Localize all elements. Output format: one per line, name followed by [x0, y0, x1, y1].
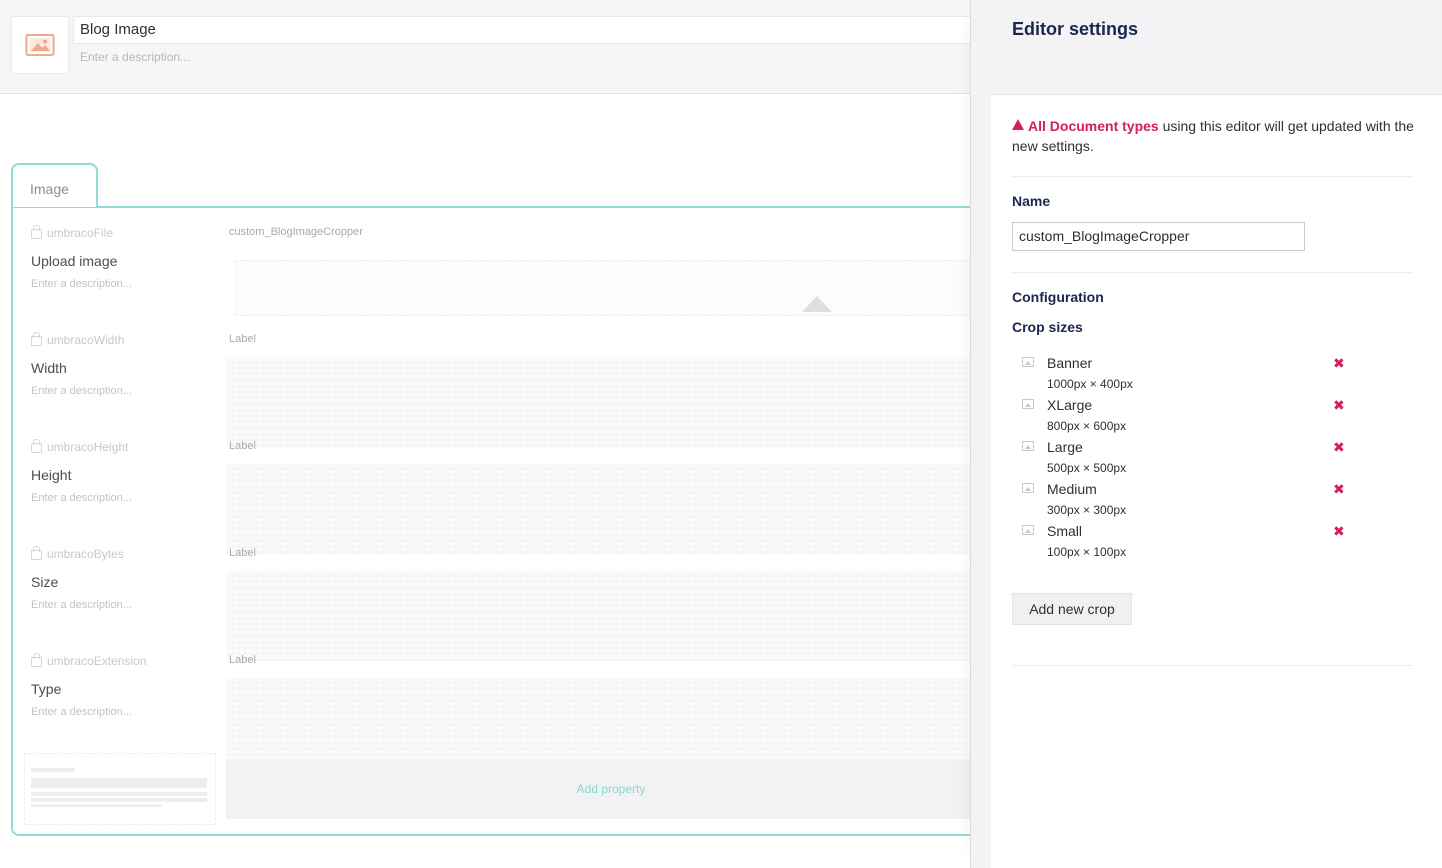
warning-icon [1012, 119, 1024, 130]
delete-crop-icon[interactable]: ✖ [1333, 355, 1345, 372]
property-label: Type [31, 681, 62, 697]
crop-list: Banner 1000px × 400px ✖ XLarge 800px × 6… [1022, 354, 1352, 564]
delete-crop-icon[interactable]: ✖ [1333, 523, 1345, 540]
warning-highlight: All Document types [1028, 118, 1159, 134]
crop-dimensions: 800px × 600px [1047, 419, 1127, 433]
property-editor-preview [227, 571, 987, 661]
property-description: Enter a description... [31, 278, 132, 290]
property-alias: umbracoWidth [31, 332, 124, 347]
upload-dropzone [235, 260, 997, 316]
panel-header [991, 0, 1442, 95]
name-label: Name [1012, 193, 1051, 209]
crop-dimensions: 1000px × 400px [1047, 377, 1133, 391]
property-label: Upload image [31, 253, 118, 269]
upload-arrow-icon [802, 296, 832, 312]
configuration-label: Configuration [1012, 289, 1104, 305]
image-icon [1022, 357, 1034, 367]
add-new-crop-button[interactable]: Add new crop [1012, 593, 1132, 625]
property-alias: umbracoBytes [31, 546, 124, 561]
property-alias: umbracoExtension [31, 653, 146, 668]
image-icon [1022, 525, 1034, 535]
image-icon [1022, 483, 1034, 493]
property-alias: umbracoHeight [31, 439, 128, 454]
add-property-button[interactable]: Add property [226, 759, 996, 819]
delete-crop-icon[interactable]: ✖ [1333, 397, 1345, 414]
crop-item[interactable]: Medium 300px × 300px ✖ [1022, 480, 1352, 522]
divider [1012, 272, 1413, 273]
crop-item[interactable]: Small 100px × 100px ✖ [1022, 522, 1352, 564]
doc-type-icon-button[interactable] [11, 16, 69, 74]
delete-crop-icon[interactable]: ✖ [1333, 481, 1345, 498]
delete-crop-icon[interactable]: ✖ [1333, 439, 1345, 456]
image-icon [1022, 399, 1034, 409]
picture-icon [25, 34, 55, 56]
property-description: Enter a description... [31, 492, 132, 504]
lock-icon [31, 225, 42, 239]
tab-image[interactable]: Image [11, 163, 98, 207]
add-property-placeholder [24, 753, 216, 825]
property-editor-preview [227, 678, 987, 768]
lock-icon [31, 546, 42, 560]
divider [1012, 176, 1413, 177]
property-description: Enter a description... [31, 706, 132, 718]
panel-edge [971, 0, 991, 868]
property-editor-preview [227, 357, 987, 447]
crop-name: XLarge [1047, 397, 1093, 413]
property-label: Width [31, 360, 67, 376]
divider [1012, 665, 1413, 666]
property-editor-alias: Label [229, 333, 256, 345]
image-icon [1022, 441, 1034, 451]
property-label: Height [31, 467, 72, 483]
crop-name: Large [1047, 439, 1083, 455]
property-editor-alias: Label [229, 440, 256, 452]
property-description: Enter a description... [31, 599, 132, 611]
lock-icon [31, 439, 42, 453]
doc-type-description-input[interactable]: Enter a description... [80, 50, 190, 64]
crop-name: Banner [1047, 355, 1093, 371]
lock-icon [31, 653, 42, 667]
property-editor-alias: Label [229, 654, 256, 666]
crop-name: Small [1047, 523, 1083, 539]
tab-label: Image [30, 181, 69, 197]
crop-item[interactable]: Banner 1000px × 400px ✖ [1022, 354, 1352, 396]
property-label: Size [31, 574, 59, 590]
crop-name: Medium [1047, 481, 1097, 497]
crop-sizes-label: Crop sizes [1012, 319, 1083, 335]
editor-name-input[interactable]: custom_BlogImageCropper [1012, 222, 1305, 251]
property-alias: umbracoFile [31, 225, 113, 240]
property-group: umbracoFile Upload image Enter a descrip… [11, 206, 1011, 836]
warning-message: All Document types using this editor wil… [1012, 116, 1432, 156]
property-editor-alias: custom_BlogImageCropper [229, 226, 363, 238]
lock-icon [31, 332, 42, 346]
crop-item[interactable]: XLarge 800px × 600px ✖ [1022, 396, 1352, 438]
doc-type-name-input[interactable]: Blog Image [73, 16, 1033, 44]
crop-dimensions: 100px × 100px [1047, 545, 1127, 559]
editor-settings-panel: Editor settings All Document types using… [970, 0, 1442, 868]
crop-item[interactable]: Large 500px × 500px ✖ [1022, 438, 1352, 480]
property-description: Enter a description... [31, 385, 132, 397]
property-editor-alias: Label [229, 547, 256, 559]
panel-title: Editor settings [1012, 19, 1139, 39]
crop-dimensions: 300px × 300px [1047, 503, 1127, 517]
property-editor-preview [227, 464, 987, 554]
crop-dimensions: 500px × 500px [1047, 461, 1127, 475]
